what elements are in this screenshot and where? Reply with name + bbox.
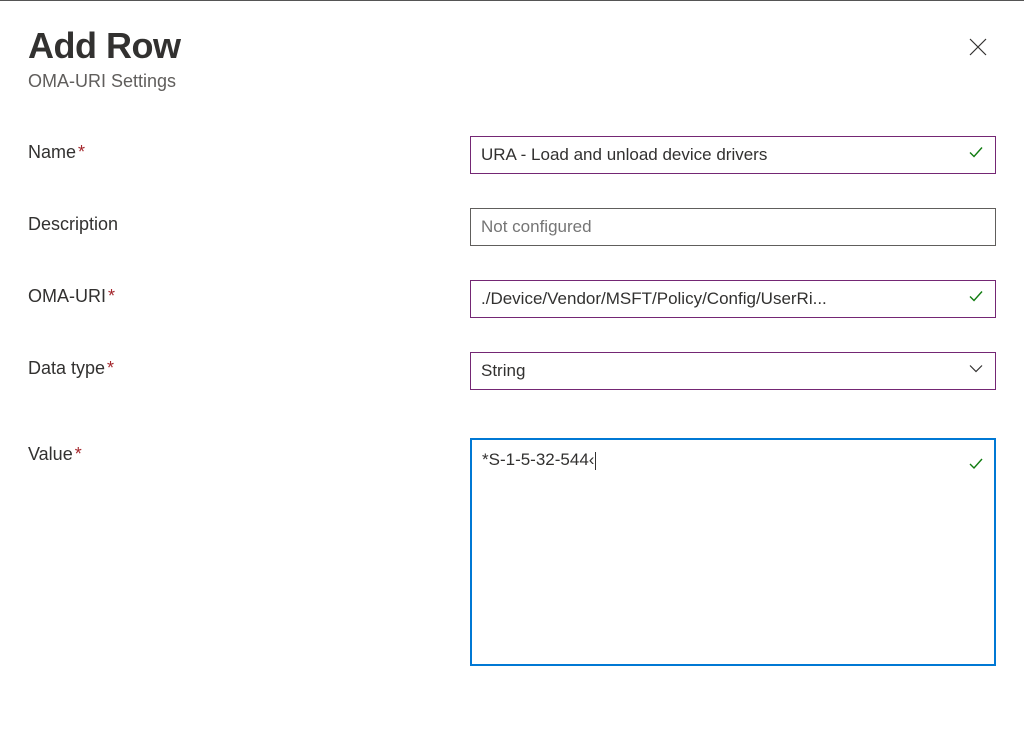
data-type-select[interactable]: String [470,352,996,390]
required-asterisk: * [107,358,114,378]
value-text: *S-1-5-32-544‹ [482,450,594,469]
panel-title: Add Row [28,25,180,67]
name-label: Name* [28,136,470,163]
value-textarea[interactable]: *S-1-5-32-544‹ [470,438,996,666]
data-type-value: String [481,361,525,381]
oma-uri-input[interactable] [470,280,996,318]
required-asterisk: * [75,444,82,464]
panel-subtitle: OMA-URI Settings [28,71,180,92]
value-label: Value* [28,438,470,465]
required-asterisk: * [78,142,85,162]
close-button[interactable] [960,29,996,65]
name-input[interactable] [470,136,996,174]
oma-uri-label: OMA-URI* [28,280,470,307]
data-type-label: Data type* [28,352,470,379]
close-icon [968,37,988,57]
text-cursor [595,452,596,470]
description-input[interactable] [470,208,996,246]
required-asterisk: * [108,286,115,306]
description-label: Description [28,208,470,235]
